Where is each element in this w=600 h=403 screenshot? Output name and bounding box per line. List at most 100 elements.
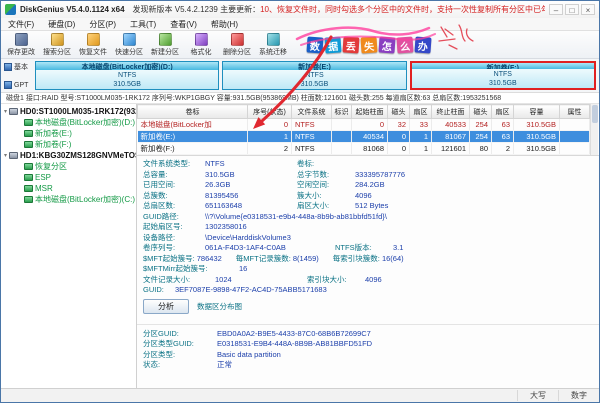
expand-icon[interactable] (4, 108, 7, 115)
fs-guid-value: 3EF7087E-9898-47F2-AC4D-75ABB5171683 (175, 285, 327, 294)
cell: 本地磁盘(BitLocker加 (137, 118, 248, 131)
close-button[interactable]: × (581, 4, 595, 15)
partition-block-d-title: 本地磁盘(BitLocker加密)(D:) (36, 62, 219, 70)
table-row-e[interactable]: 新加卷(E:) 1 NTFS 40534 0 1 81067 254 63 31… (137, 130, 590, 143)
minimize-button[interactable]: – (549, 4, 563, 15)
main-area: HD0:ST1000LM035-1RK172(932GB) 本地磁盘(BitLo… (1, 104, 599, 388)
device-tree: HD0:ST1000LM035-1RK172(932GB) 本地磁盘(BitLo… (1, 104, 137, 388)
numlock-indicator: 数字 (558, 390, 599, 401)
partition-block-e-body: NTFS 310.5GB (223, 70, 406, 89)
delete-partition-label: 删除分区 (223, 48, 251, 56)
menu-disk[interactable]: 硬盘(D) (41, 19, 82, 30)
table-scrollbar[interactable] (590, 104, 598, 155)
cell: 33 (409, 118, 432, 131)
delete-partition-button[interactable]: 删除分区 (219, 32, 255, 57)
fs-guidpath-value: \\?\Volume{e0318531-e9b4-448a-8b9b-ab81b… (205, 211, 387, 221)
save-changes-label: 保存更改 (7, 48, 35, 56)
analyze-button[interactable]: 分析 (143, 298, 189, 314)
fs-capacity-label: 总容量: (143, 169, 168, 179)
promo-tile: 办 (414, 35, 432, 54)
col-flag[interactable]: 标识 (331, 104, 352, 119)
diskgenius-window: DiskGenius V5.4.0.1124 x64 发现新版本 V5.4.2.… (0, 0, 600, 403)
partition-block-f-fs: NTFS (493, 71, 512, 78)
col-end-head[interactable]: 磁头 (469, 104, 492, 119)
col-volume-label[interactable]: 卷标 (137, 104, 248, 119)
cell: 0 (247, 118, 292, 131)
table-row-d[interactable]: 本地磁盘(BitLocker加 0 NTFS 0 32 33 40533 254… (137, 118, 590, 131)
tree-item[interactable]: HD1:KBG30ZMS128GNVMeTOSHIBA1 (1, 150, 136, 161)
col-attr[interactable]: 属性 (559, 104, 590, 119)
recover-files-icon (86, 32, 100, 46)
partition-block-d[interactable]: 本地磁盘(BitLocker加密)(D:) NTFS 310.5GB (35, 61, 220, 90)
partition-block-d-fs: NTFS (118, 72, 137, 79)
drive-icon (24, 119, 33, 126)
col-end-cylinder[interactable]: 终止柱面 (431, 104, 470, 119)
expand-icon[interactable] (4, 152, 7, 159)
cell: 310.5GB (513, 142, 560, 155)
cell: NTFS (291, 130, 332, 143)
tree-item[interactable]: ESP (1, 172, 136, 183)
tree-item[interactable]: MSR (1, 183, 136, 194)
fs-filerecord-label: 文件记录大小: (143, 274, 191, 284)
maximize-button[interactable]: □ (565, 4, 579, 15)
menu-file[interactable]: 文件(F) (1, 19, 41, 30)
tree-item[interactable]: 本地磁盘(BitLocker加密)(D:) (1, 117, 136, 128)
tree-item[interactable]: 恢复分区 (1, 161, 136, 172)
fs-mftmirr-value: 16 (239, 264, 248, 273)
fs-startsector-label: 起始扇区号: (143, 222, 183, 231)
col-start-cylinder[interactable]: 起始柱面 (351, 104, 388, 119)
fs-bytes-value: 333395787776 (355, 169, 406, 179)
menu-help[interactable]: 帮助(H) (204, 19, 245, 30)
drive-icon (9, 152, 19, 159)
menu-view[interactable]: 查看(V) (163, 19, 204, 30)
menu-tools[interactable]: 工具(T) (123, 19, 163, 30)
quick-partition-button[interactable]: 快速分区 (111, 32, 147, 57)
save-changes-button[interactable]: 保存更改 (3, 32, 39, 57)
search-partition-button[interactable]: 搜索分区 (39, 32, 75, 57)
drive-icon (24, 185, 33, 192)
col-filesystem[interactable]: 文件系统 (291, 104, 332, 119)
promo-tiles: 数 据 丢 失 怎 么 办 (306, 35, 432, 54)
disk-info-line: 磁盘1 接口:RAID 型号:ST1000LM035-1RK172 序列号:WK… (1, 93, 599, 104)
partition-status-value: 正常 (217, 360, 232, 369)
new-partition-button[interactable]: 新建分区 (147, 32, 183, 57)
scrollbar-thumb[interactable] (592, 105, 598, 123)
fs-clustersize-label: 簇大小: (297, 190, 322, 200)
format-button[interactable]: 格式化 (183, 32, 219, 57)
system-migration-button[interactable]: 系统迁移 (255, 32, 291, 57)
capslock-indicator: 大写 (517, 390, 558, 401)
fs-indexblock-value: 4096 (365, 274, 382, 284)
table-header-row: 卷标 序号(状态) 文件系统 标识 起始柱面 磁头 扇区 终止柱面 磁头 扇区 … (137, 104, 590, 119)
menu-partition[interactable]: 分区(P) (82, 19, 123, 30)
partition-block-e[interactable]: 新加卷(E:) NTFS 310.5GB (222, 61, 407, 90)
col-start-head[interactable]: 磁头 (387, 104, 410, 119)
partition-block-e-size: 310.5GB (300, 81, 329, 88)
window-controls: – □ × (549, 4, 595, 15)
col-index-status[interactable]: 序号(状态) (247, 104, 292, 119)
cell (331, 130, 352, 143)
analyze-note: 数据区分布图 (197, 301, 242, 311)
table-row-f[interactable]: 新加卷(F:) 2 NTFS 81068 0 1 121601 80 2 310… (137, 142, 590, 155)
fs-sectorsize-label: 扇区大小: (297, 201, 330, 210)
tree-item[interactable]: 本地磁盘(BitLocker加密)(C:) (1, 194, 136, 205)
partition-style-gutter: 基本 GPT (4, 61, 32, 90)
col-capacity[interactable]: 容量 (513, 104, 560, 119)
col-end-sector[interactable]: 扇区 (491, 104, 514, 119)
cell (331, 118, 352, 131)
cell: 0 (387, 142, 410, 155)
tree-item[interactable]: HD0:ST1000LM035-1RK172(932GB) (1, 106, 136, 117)
basic-style-indicator: 基本 (4, 62, 32, 72)
partition-block-f-body: NTFS 310.5GB (411, 69, 594, 88)
recover-files-button[interactable]: 恢复文件 (75, 32, 111, 57)
fs-type-value: NTFS (205, 159, 225, 168)
fs-idxclus-value: 16(64) (381, 253, 404, 263)
tree-item[interactable]: 新加卷(F:) (1, 139, 136, 150)
cell: 0 (387, 130, 410, 143)
partition-block-f[interactable]: 新加卷(F:) NTFS 310.5GB (409, 61, 596, 90)
update-notice-highlight: 10、恢复文件时，同时勾选多个分区中的文件时，支持一次性复制所有分区中已勾选的文… (260, 5, 545, 14)
cell: 40533 (431, 118, 470, 131)
col-start-sector[interactable]: 扇区 (409, 104, 432, 119)
cell: 121601 (431, 142, 470, 155)
fs-sectors-label: 总扇区数: (143, 201, 176, 210)
tree-item[interactable]: 新加卷(E:) (1, 128, 136, 139)
